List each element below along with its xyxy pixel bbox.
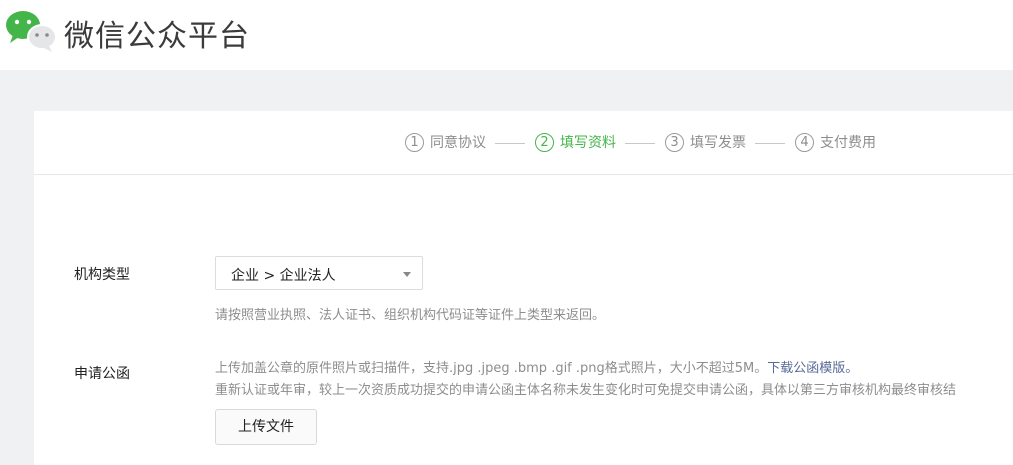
download-template-link[interactable]: 下载公函模版: [767, 361, 845, 376]
step-3-number: 3: [665, 132, 684, 152]
step-4-label: 支付费用: [820, 135, 876, 151]
step-2-label: 填写资料: [560, 135, 616, 151]
step-4-number: 4: [795, 132, 814, 152]
step-2: 2 填写资料: [535, 131, 616, 153]
application-letter-hint-2: 重新认证或年审，较上一次资质成功提交的申请公函主体名称未发生变化时可免提交申请公…: [215, 383, 957, 398]
step-3: 3 填写发票: [665, 131, 746, 153]
top-header: 微信公众平台: [0, 0, 1013, 70]
step-divider: [755, 143, 785, 144]
registration-panel: 1 同意协议 2 填写资料 3 填写发票 4 支付费用 机构类型 企业 > 企业…: [34, 111, 1013, 465]
application-letter-label: 申请公函: [74, 366, 130, 382]
upload-file-button[interactable]: 上传文件: [215, 409, 317, 445]
application-letter-hint: 上传加盖公章的原件照片或扫描件，支持.jpg .jpeg .bmp .gif .…: [215, 357, 858, 376]
step-3-label: 填写发票: [690, 135, 746, 151]
org-type-hint: 请按照营业执照、法人证书、组织机构代码证等证件上类型来返回。: [215, 308, 606, 323]
wechat-logo-icon: [6, 11, 57, 52]
org-type-select[interactable]: 企业 > 企业法人: [215, 256, 423, 290]
step-divider: [625, 143, 655, 144]
step-progress: 1 同意协议 2 填写资料 3 填写发票 4 支付费用: [34, 111, 1013, 175]
step-1-number: 1: [405, 132, 424, 152]
org-type-label: 机构类型: [74, 267, 130, 283]
caret-down-icon: [403, 272, 411, 277]
step-1-label: 同意协议: [430, 135, 486, 151]
hint-period: 。: [845, 361, 859, 376]
step-2-number: 2: [535, 132, 554, 152]
step-1: 1 同意协议: [405, 131, 486, 153]
brand-title[interactable]: 微信公众平台: [64, 11, 250, 55]
application-letter-hint-text: 上传加盖公章的原件照片或扫描件，支持.jpg .jpeg .bmp .gif .…: [215, 361, 768, 376]
step-divider: [495, 143, 525, 144]
org-type-value: 企业 > 企业法人: [231, 268, 336, 284]
step-4: 4 支付费用: [795, 131, 876, 153]
